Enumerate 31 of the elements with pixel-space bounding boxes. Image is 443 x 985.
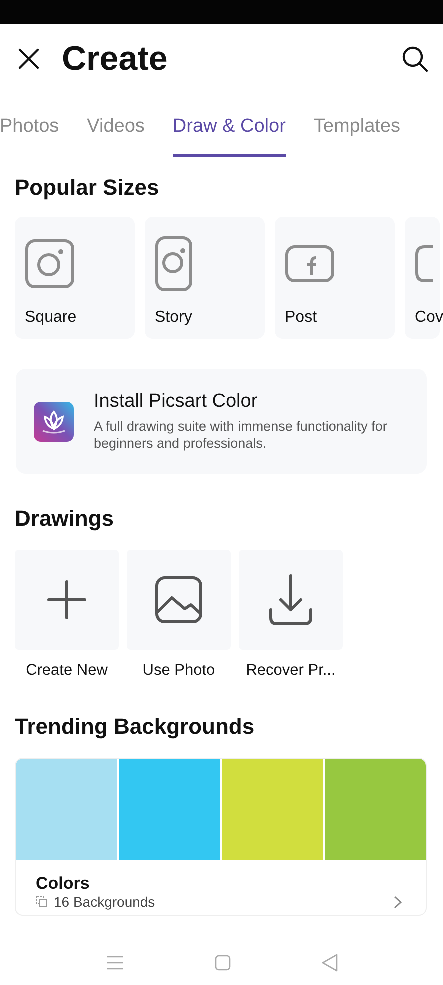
tile-label: Create New bbox=[26, 662, 108, 680]
chevron-right-icon bbox=[394, 896, 402, 908]
instagram-icon bbox=[155, 236, 193, 292]
tab[interactable]: Draw & Color bbox=[172, 94, 286, 157]
download-icon bbox=[269, 574, 313, 626]
card-title: Colors bbox=[36, 874, 91, 894]
promo-card[interactable]: Install Picsart Color A full drawing suite with immense functionality for beginners and professionals. bbox=[16, 369, 427, 474]
facebook-icon bbox=[285, 245, 335, 283]
size-card[interactable]: Post bbox=[275, 217, 395, 339]
tile-label: Recover Pr... bbox=[246, 662, 336, 680]
section-heading: Popular Sizes bbox=[15, 175, 160, 201]
size-card[interactable]: Square bbox=[15, 217, 135, 339]
background-count: 16 Backgrounds bbox=[54, 894, 156, 910]
tile-label: Use Photo bbox=[142, 662, 216, 680]
page-title: Create bbox=[62, 40, 169, 78]
promo-description: A full drawing suite with immense functionality for beginners and professionals. bbox=[94, 419, 388, 452]
size-card[interactable]: Story bbox=[145, 217, 265, 339]
promo-title: Install Picsart Color bbox=[94, 391, 259, 414]
layers-icon bbox=[36, 896, 48, 908]
plus-icon bbox=[47, 580, 87, 620]
section-heading: Trending Backgrounds bbox=[15, 714, 255, 740]
action-tile[interactable] bbox=[15, 550, 119, 650]
close-icon[interactable] bbox=[16, 46, 42, 72]
section-heading: Drawings bbox=[15, 506, 114, 532]
instagram-icon bbox=[25, 239, 75, 289]
action-tile[interactable] bbox=[239, 550, 343, 650]
background-card[interactable]: Colors 16 Backgrounds bbox=[15, 758, 427, 916]
image-icon bbox=[155, 576, 203, 624]
search-icon[interactable] bbox=[401, 45, 429, 73]
action-tile[interactable] bbox=[127, 550, 231, 650]
lotus-app-icon bbox=[34, 402, 74, 442]
